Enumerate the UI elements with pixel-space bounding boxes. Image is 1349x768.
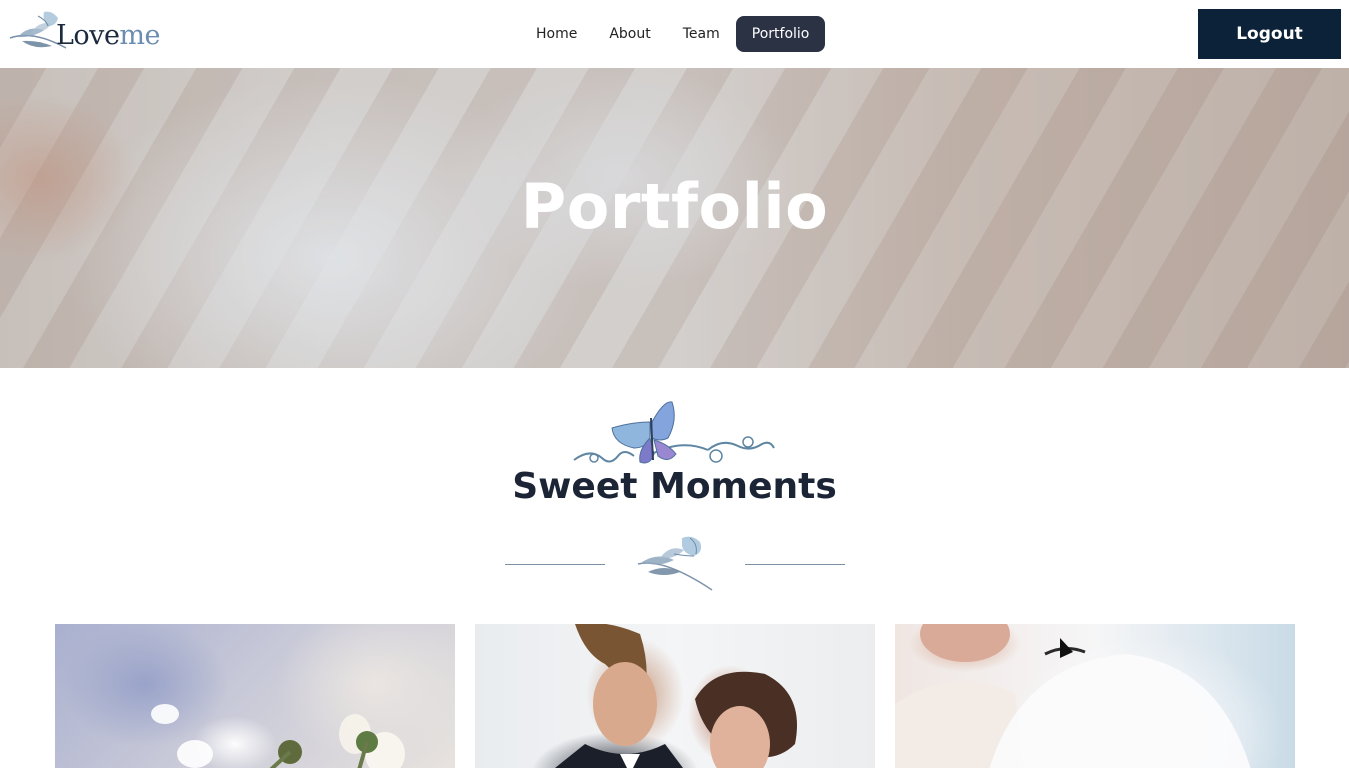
gallery-photo-embrace[interactable]	[895, 624, 1295, 768]
embrace-photo-icon	[895, 624, 1251, 768]
gallery-photo-couple[interactable]	[475, 624, 875, 768]
brand-name-part2: me	[119, 20, 161, 51]
hero-banner: Portfolio	[0, 68, 1349, 368]
couple-photo-icon	[555, 624, 797, 768]
brand-name: Loveme	[56, 20, 161, 51]
butterfly-ornament-icon	[573, 401, 775, 464]
nav-item-team[interactable]: Team	[667, 16, 736, 52]
divider-line-left	[505, 564, 605, 565]
nav-item-portfolio[interactable]: Portfolio	[735, 16, 826, 52]
section-title: Sweet Moments	[512, 466, 837, 507]
brand-name-part1: Love	[56, 20, 120, 51]
hero-title: Portfolio	[520, 170, 829, 243]
main-nav: Home About Team Portfolio	[520, 16, 826, 52]
nav-item-home[interactable]: Home	[520, 16, 593, 52]
gallery-photo-bouquet[interactable]	[55, 624, 455, 768]
brand-logo[interactable]: Loveme	[8, 10, 161, 58]
divider-line-right	[745, 564, 845, 565]
flower-divider-icon	[637, 536, 713, 591]
nav-item-about[interactable]: About	[593, 16, 666, 52]
logout-button[interactable]: Logout	[1198, 9, 1341, 59]
site-header: Loveme Home About Team Portfolio Logout	[0, 0, 1349, 68]
flowers-photo-icon	[151, 704, 405, 768]
